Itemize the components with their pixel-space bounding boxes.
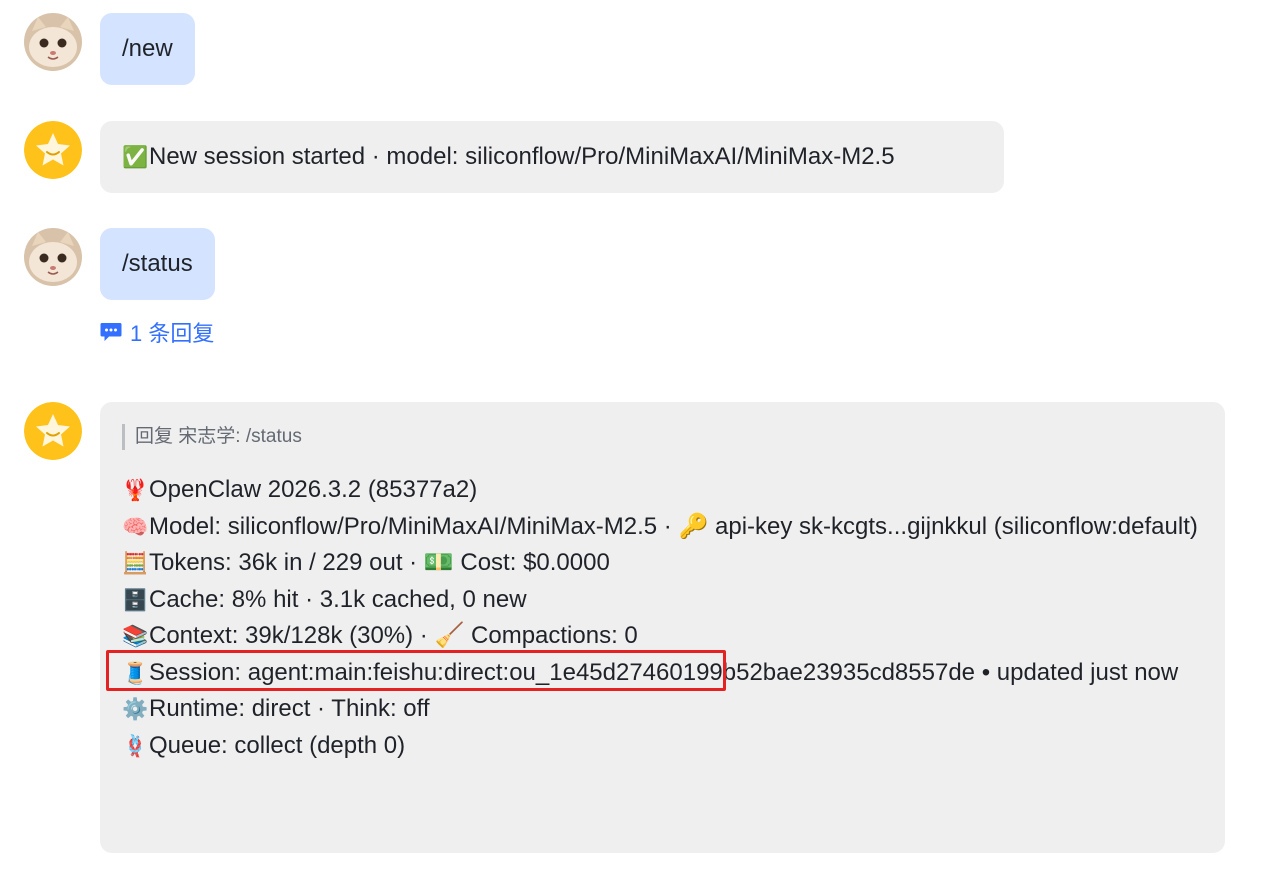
status-line-version: 🦞OpenClaw 2026.3.2 (85377a2) bbox=[122, 472, 1207, 509]
user-avatar[interactable] bbox=[24, 228, 82, 286]
user-message-bubble[interactable]: /status bbox=[100, 228, 215, 300]
status-line-session: 🧵Session: agent:main:feishu:direct:ou_1e… bbox=[122, 655, 1207, 692]
status-line-tokens: 🧮Tokens: 36k in / 229 out · 💵 Cost: $0.0… bbox=[122, 545, 1207, 582]
chat-stage: /new ✅New session started · model: silic… bbox=[0, 0, 1280, 881]
gear-icon: ⚙️ bbox=[122, 697, 149, 721]
knot-icon: 🪢 bbox=[122, 733, 149, 758]
status-line-queue: 🪢Queue: collect (depth 0) bbox=[122, 728, 1207, 765]
session-started-text: ✅New session started · model: siliconflo… bbox=[100, 121, 1004, 193]
lobster-icon: 🦞 bbox=[122, 478, 149, 502]
status-line-model: 🧠Model: siliconflow/Pro/MiniMaxAI/MiniMa… bbox=[122, 509, 1207, 546]
user-avatar[interactable] bbox=[24, 13, 82, 71]
books-icon: 📚 bbox=[122, 624, 149, 648]
reply-quote-text: /status bbox=[245, 426, 302, 447]
bot-message-bubble[interactable]: ✅New session started · model: siliconflo… bbox=[100, 121, 1004, 193]
brain-icon: 🧠 bbox=[122, 514, 149, 539]
thread-reply-count: 1 条回复 bbox=[130, 321, 215, 346]
thread-spool-icon: 🧵 bbox=[122, 660, 149, 685]
status-line-runtime: ⚙️Runtime: direct · Think: off bbox=[122, 691, 1207, 728]
file-cabinet-icon: 🗄️ bbox=[122, 587, 149, 612]
status-lines: 🦞OpenClaw 2026.3.2 (85377a2) 🧠Model: sil… bbox=[122, 472, 1207, 764]
user-message-bubble[interactable]: /new bbox=[100, 13, 195, 85]
abacus-icon: 🧮 bbox=[122, 551, 149, 575]
reply-quote-label: 回复 宋志学: bbox=[135, 426, 241, 447]
status-reply-bubble[interactable]: 回复 宋志学: /status 🦞OpenClaw 2026.3.2 (8537… bbox=[100, 402, 1225, 853]
reply-quote[interactable]: 回复 宋志学: /status bbox=[122, 424, 302, 450]
bot-avatar[interactable] bbox=[24, 402, 82, 460]
status-line-cache: 🗄️Cache: 8% hit · 3.1k cached, 0 new bbox=[122, 582, 1207, 619]
message-text: New session started · model: siliconflow… bbox=[149, 143, 895, 170]
message-text: /status bbox=[122, 250, 193, 277]
bot-avatar[interactable] bbox=[24, 121, 82, 179]
thread-reply-link[interactable]: 1 条回复 bbox=[100, 316, 214, 348]
message-text: /new bbox=[122, 35, 173, 62]
status-line-context: 📚Context: 39k/128k (30%) · 🧹 Compactions… bbox=[122, 618, 1207, 655]
speech-bubble-icon bbox=[100, 323, 122, 341]
check-mark-icon: ✅ bbox=[122, 145, 149, 169]
